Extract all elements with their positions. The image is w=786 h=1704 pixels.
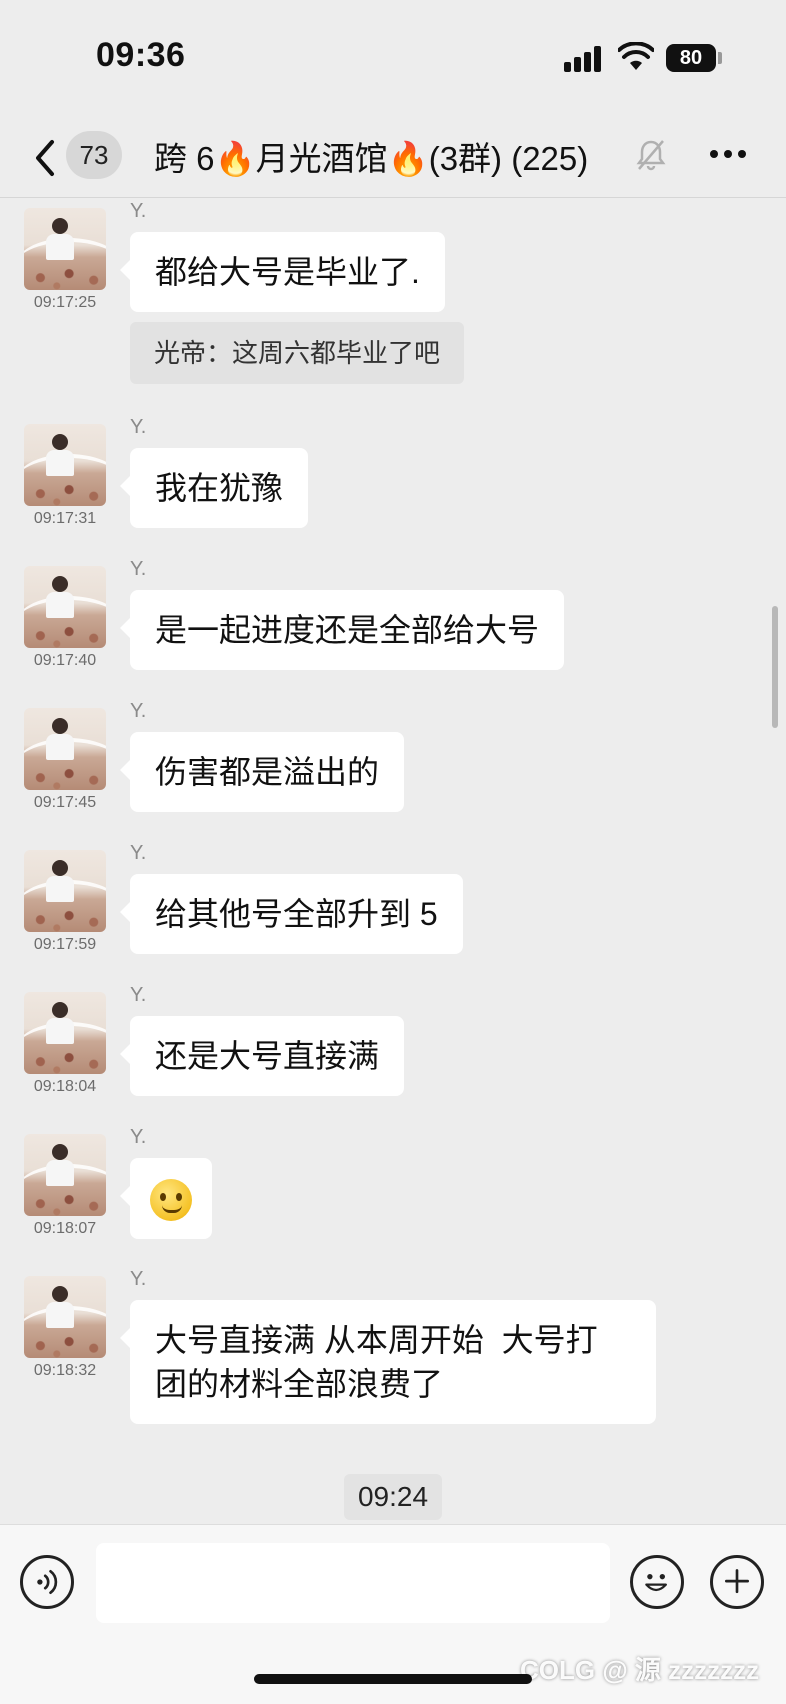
battery-cap [718, 52, 722, 64]
home-indicator[interactable] [254, 1674, 532, 1684]
sender-name: Y. [130, 700, 147, 722]
back-chevron-icon[interactable] [32, 138, 58, 178]
scrollbar[interactable] [772, 606, 778, 728]
message-timestamp: 09:17:45 [33, 794, 97, 811]
message-bubble[interactable]: 大号直接满 从本周开始 大号打 团的材料全部浪费了 [120, 1300, 656, 1424]
quoted-reply[interactable]: 光帝：这周六都毕业了吧 [130, 322, 465, 384]
sender-name: Y. [130, 416, 147, 438]
mute-bell-icon [636, 140, 666, 171]
message-timestamp: 09:18:07 [33, 1220, 97, 1237]
sender-avatar[interactable] [24, 1276, 106, 1358]
chat-header: 73 跨 6🔥月光酒馆🔥(3群) (225) [0, 118, 786, 198]
watermark: COLG @ 源 zzzzzzz [520, 1655, 760, 1685]
sender-avatar[interactable] [24, 850, 106, 932]
emoji-picker-icon[interactable] [630, 1555, 684, 1609]
status-time: 09:36 [96, 36, 186, 74]
message-input[interactable] [96, 1543, 610, 1623]
status-bar: 09:36 80 [0, 0, 786, 118]
battery-icon: 80 [666, 44, 716, 72]
message-timestamp: 09:17:31 [33, 510, 97, 527]
message-timestamp: 09:17:59 [33, 936, 97, 953]
message-bubble[interactable] [120, 1158, 212, 1240]
more-options-icon[interactable] [710, 150, 750, 162]
message-timestamp: 09:18:04 [33, 1078, 97, 1095]
sender-avatar[interactable] [24, 1134, 106, 1216]
sender-avatar[interactable] [24, 424, 106, 506]
unread-count-badge[interactable]: 73 [66, 131, 122, 179]
message-timestamp: 09:17:40 [33, 652, 97, 669]
wifi-icon [618, 42, 654, 70]
sender-name: Y. [130, 558, 147, 580]
plus-icon[interactable] [710, 1555, 764, 1609]
message-bubble[interactable]: 还是大号直接满 [119, 1016, 405, 1096]
cellular-signal-icon [564, 46, 604, 72]
message-text-line: 大号直接满 从本周开始 大号打 [155, 1322, 598, 1358]
sender-avatar[interactable] [24, 708, 106, 790]
message-bubble[interactable]: 是一起进度还是全部给大号 [119, 590, 565, 670]
message-bubble[interactable]: 我在犹豫 [119, 448, 309, 528]
message-timestamp: 09:17:25 [33, 294, 97, 311]
sender-name: Y. [130, 984, 147, 1006]
message-bubble[interactable]: 伤害都是溢出的 [119, 732, 405, 812]
voice-input-icon[interactable] [20, 1555, 74, 1609]
drooling-face-icon [150, 1179, 192, 1222]
sender-avatar[interactable] [24, 208, 106, 290]
sender-name: Y. [130, 1268, 147, 1290]
sender-name: Y. [130, 1126, 147, 1148]
message-bubble[interactable]: 给其他号全部升到 5 [120, 874, 463, 954]
chat-title[interactable]: 跨 6🔥月光酒馆🔥(3群) (225) [154, 132, 588, 180]
message-timestamp: 09:18:32 [33, 1362, 97, 1379]
time-separator: 09:24 [344, 1474, 442, 1520]
sender-avatar[interactable] [24, 992, 106, 1074]
sender-name: Y. [130, 842, 147, 864]
sender-avatar[interactable] [24, 566, 106, 648]
sender-name: Y. [130, 200, 147, 222]
message-bubble[interactable]: 都给大号是毕业了. [120, 232, 445, 312]
message-text-line: 团的材料全部浪费了 [155, 1366, 444, 1402]
